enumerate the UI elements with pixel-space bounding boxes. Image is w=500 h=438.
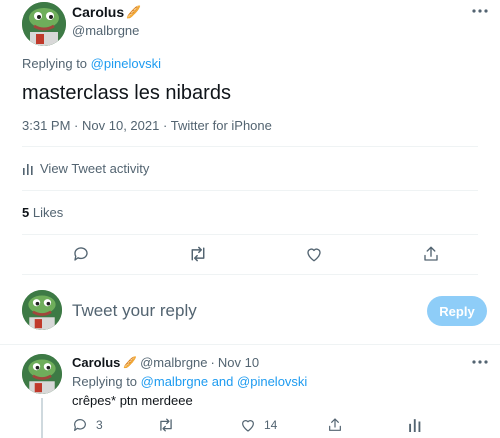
reply-icon[interactable] bbox=[72, 417, 88, 433]
divider bbox=[22, 234, 478, 235]
likes-stat[interactable]: 5 Likes bbox=[22, 205, 63, 220]
reply-more-options-icon[interactable] bbox=[472, 359, 488, 365]
like-heart-icon[interactable] bbox=[305, 245, 323, 263]
thread-line bbox=[41, 398, 43, 438]
reply-header: Carolus 🥖 @malbrgne · Nov 10 bbox=[72, 355, 260, 370]
like-count: 14 bbox=[264, 418, 278, 432]
like-heart-icon[interactable] bbox=[240, 417, 256, 433]
reply-author-handle[interactable]: @malbrgne bbox=[140, 355, 207, 370]
reply-replying-to-line: Replying to @malbrgne and @pinelovski bbox=[72, 374, 308, 389]
share-icon[interactable] bbox=[422, 245, 440, 263]
retweet-icon[interactable] bbox=[157, 417, 175, 433]
tweet-source[interactable]: Twitter for iPhone bbox=[171, 118, 272, 133]
likes-count: 5 bbox=[22, 205, 30, 220]
retweet-icon[interactable] bbox=[188, 245, 208, 263]
reply-like-action[interactable]: 14 bbox=[240, 417, 277, 433]
replying-prefix: Replying to bbox=[22, 56, 88, 71]
tweet-meta: 3:31 PM · Nov 10, 2021 · Twitter for iPh… bbox=[22, 118, 272, 133]
author-name[interactable]: Carolus bbox=[72, 4, 124, 20]
author-name-row[interactable]: Carolus 🥖 bbox=[72, 4, 141, 20]
reply-button[interactable]: Reply bbox=[427, 296, 487, 326]
divider bbox=[22, 146, 478, 147]
bar-chart-icon[interactable] bbox=[408, 418, 422, 432]
view-activity-label[interactable]: View Tweet activity bbox=[40, 161, 149, 176]
author-avatar[interactable] bbox=[22, 2, 66, 46]
reply-author-name[interactable]: Carolus bbox=[72, 355, 120, 370]
reply-icon[interactable] bbox=[72, 245, 90, 263]
likes-label: Likes bbox=[32, 205, 64, 220]
reply-input[interactable]: Tweet your reply bbox=[72, 301, 197, 321]
reply-text: crêpes* ptn merdeee bbox=[72, 393, 193, 408]
reply-reply-action[interactable]: 3 bbox=[72, 417, 103, 433]
reply-author-avatar[interactable] bbox=[22, 354, 62, 394]
divider bbox=[22, 190, 478, 191]
more-options-icon[interactable] bbox=[472, 8, 488, 16]
author-handle[interactable]: @malbrgne bbox=[72, 23, 139, 38]
replying-to-link[interactable]: @pinelovski bbox=[91, 56, 161, 71]
share-icon[interactable] bbox=[327, 417, 343, 433]
baguette-emoji-icon: 🥖 bbox=[126, 5, 142, 19]
tweet-text: masterclass les nibards bbox=[22, 82, 231, 104]
bar-chart-icon bbox=[22, 163, 34, 175]
composer-avatar bbox=[22, 290, 62, 330]
baguette-emoji-icon: 🥖 bbox=[123, 357, 138, 369]
reply-count: 3 bbox=[96, 418, 103, 432]
view-activity-link[interactable]: View Tweet activity bbox=[22, 161, 149, 176]
tweet-date[interactable]: Nov 10, 2021 bbox=[82, 118, 159, 133]
replying-to-link[interactable]: @malbrgne bbox=[141, 374, 208, 389]
reply-date[interactable]: Nov 10 bbox=[218, 355, 259, 370]
tweet-time[interactable]: 3:31 PM bbox=[22, 118, 70, 133]
divider bbox=[0, 344, 500, 345]
replying-to-line: Replying to @pinelovski bbox=[22, 56, 161, 71]
replying-to-link[interactable]: @pinelovski bbox=[237, 374, 307, 389]
divider bbox=[22, 274, 478, 275]
